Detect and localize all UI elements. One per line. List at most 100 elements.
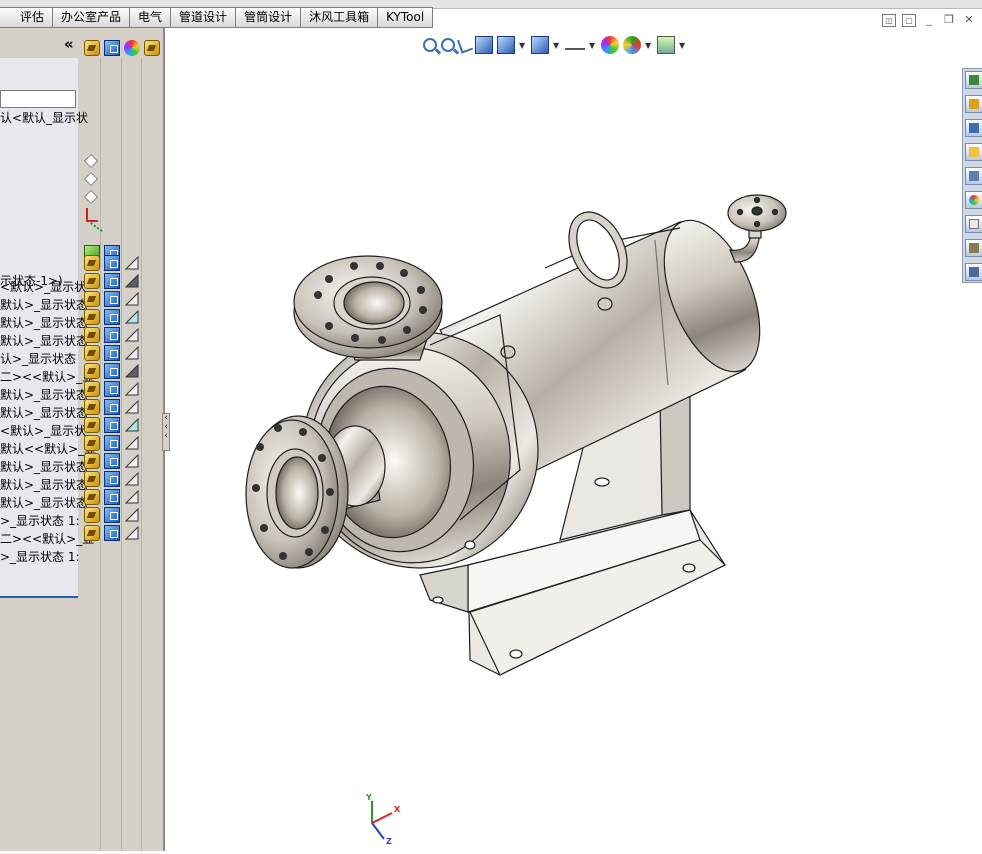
tab-kytool[interactable]: KYTool: [378, 7, 434, 28]
y-axis-label: Y: [366, 793, 372, 802]
tree-row-label[interactable]: 默认>_显示状态: [0, 333, 88, 349]
cube-icon[interactable]: [104, 489, 120, 505]
component-icon[interactable]: [84, 363, 100, 379]
custom-properties-icon[interactable]: [965, 215, 982, 233]
plane-icon[interactable]: [84, 190, 98, 204]
component-icon[interactable]: [84, 417, 100, 433]
cube-icon[interactable]: [104, 381, 120, 397]
tree-row-label[interactable]: 默认<<默认>_显: [0, 441, 96, 457]
solidworks-resources-icon[interactable]: [965, 71, 982, 89]
component-icon[interactable]: [84, 327, 100, 343]
triangle-icon[interactable]: [125, 508, 139, 522]
component-icon[interactable]: [84, 453, 100, 469]
plane-icon[interactable]: [84, 172, 98, 186]
origin-icon[interactable]: [86, 208, 98, 222]
tab-office-products[interactable]: 办公室产品: [53, 7, 131, 28]
display-states-icon[interactable]: [144, 40, 160, 56]
component-icon[interactable]: [84, 381, 100, 397]
appearance-icon[interactable]: [124, 40, 140, 56]
tree-row-label[interactable]: >_显示状态 1:: [0, 549, 80, 565]
tree-row-label[interactable]: <默认>_显示状: [0, 279, 86, 295]
triangle-icon[interactable]: [125, 292, 139, 306]
cube-icon[interactable]: [104, 255, 120, 271]
cube-icon[interactable]: [104, 453, 120, 469]
tree-row-label[interactable]: 默认>_显示状态: [0, 459, 88, 475]
cube-icon[interactable]: [104, 327, 120, 343]
tab-tubing[interactable]: 管筒设计: [236, 7, 302, 28]
cube-icon[interactable]: [104, 291, 120, 307]
cube-icon[interactable]: [104, 507, 120, 523]
tree-row-label[interactable]: 二><<默认>_显: [0, 369, 94, 385]
cube-icon[interactable]: [104, 435, 120, 451]
assembly-icon[interactable]: [84, 40, 100, 56]
tree-row-label[interactable]: 默认>_显示状态: [0, 297, 88, 313]
network-icon[interactable]: [965, 263, 982, 281]
component-icon[interactable]: [84, 399, 100, 415]
filter-input[interactable]: [0, 90, 76, 108]
design-library-icon[interactable]: [965, 119, 982, 137]
triangle-icon[interactable]: [125, 382, 139, 396]
component-icon[interactable]: [84, 291, 100, 307]
tab-evaluate[interactable]: 评估: [0, 7, 54, 28]
minimize-icon[interactable]: _: [922, 14, 936, 27]
cube-icon[interactable]: [104, 399, 120, 415]
tree-row-label[interactable]: 默认>_显示状态: [0, 315, 88, 331]
restore-icon[interactable]: ❐: [942, 14, 956, 27]
triangle-icon[interactable]: [125, 310, 139, 324]
triangle-icon[interactable]: [125, 472, 139, 486]
triangle-icon[interactable]: [125, 346, 139, 360]
component-icon[interactable]: [84, 273, 100, 289]
graphics-area[interactable]: Y X Z: [167, 28, 962, 851]
triangle-icon[interactable]: [125, 418, 139, 432]
triangle-icon[interactable]: [125, 364, 139, 378]
triangle-icon[interactable]: [125, 490, 139, 504]
tree-row-label[interactable]: 默认>_显示状态: [0, 477, 88, 493]
tab-piping[interactable]: 管道设计: [171, 7, 237, 28]
component-icon[interactable]: [84, 309, 100, 325]
tree-row-label[interactable]: 认>_显示状态: [0, 351, 76, 367]
restore-small-icon[interactable]: ▢: [902, 14, 916, 27]
plane-icon[interactable]: [84, 154, 98, 168]
triangle-icon[interactable]: [125, 256, 139, 270]
part-icon[interactable]: [104, 40, 120, 56]
component-icon[interactable]: [84, 345, 100, 361]
tree-row-label[interactable]: 默认>_显示状态: [0, 405, 88, 421]
home-icon[interactable]: [965, 95, 982, 113]
tree-row-label[interactable]: 二><<默认>_显: [0, 531, 94, 547]
cube-icon[interactable]: [104, 273, 120, 289]
cube-icon[interactable]: [104, 345, 120, 361]
component-icon[interactable]: [84, 525, 100, 541]
tile-icon[interactable]: ◫: [882, 14, 896, 27]
tree-row-label[interactable]: 默认>_显示状态: [0, 495, 88, 511]
triangle-icon[interactable]: [125, 526, 139, 540]
triangle-icon[interactable]: [125, 400, 139, 414]
triangle-icon[interactable]: [125, 274, 139, 288]
component-icon[interactable]: [84, 471, 100, 487]
view-palette-icon[interactable]: [965, 167, 982, 185]
component-icon[interactable]: [84, 435, 100, 451]
feature-manager-panel: « 认<默认_显示状 示状态-1>) <默认>_显示状 默认>_显示状态 默认>_显…: [0, 28, 165, 851]
cube-icon[interactable]: [104, 471, 120, 487]
tree-row-label[interactable]: >_显示状态 1:: [0, 513, 80, 529]
tab-electrical[interactable]: 电气: [130, 7, 172, 28]
cube-icon[interactable]: [104, 363, 120, 379]
cube-icon[interactable]: [104, 417, 120, 433]
tab-mufeng-toolbox[interactable]: 沐风工具箱: [301, 7, 379, 28]
collapse-panel-icon[interactable]: «: [64, 37, 74, 52]
file-explorer-icon[interactable]: [965, 143, 982, 161]
tree-row-label[interactable]: <默认>_显示状: [0, 423, 86, 439]
close-icon[interactable]: ✕: [962, 14, 976, 27]
cube-icon[interactable]: [104, 309, 120, 325]
tree-row-label[interactable]: 默认>_显示状态: [0, 387, 88, 403]
triangle-icon[interactable]: [125, 454, 139, 468]
component-icon[interactable]: [84, 255, 100, 271]
triangle-icon[interactable]: [125, 328, 139, 342]
appearances-icon[interactable]: [965, 191, 982, 209]
component-icon[interactable]: [84, 507, 100, 523]
toolbox-icon[interactable]: [965, 239, 982, 257]
column-divider: [121, 58, 122, 851]
pump-model[interactable]: [167, 28, 962, 851]
component-icon[interactable]: [84, 489, 100, 505]
triangle-icon[interactable]: [125, 436, 139, 450]
cube-icon[interactable]: [104, 525, 120, 541]
